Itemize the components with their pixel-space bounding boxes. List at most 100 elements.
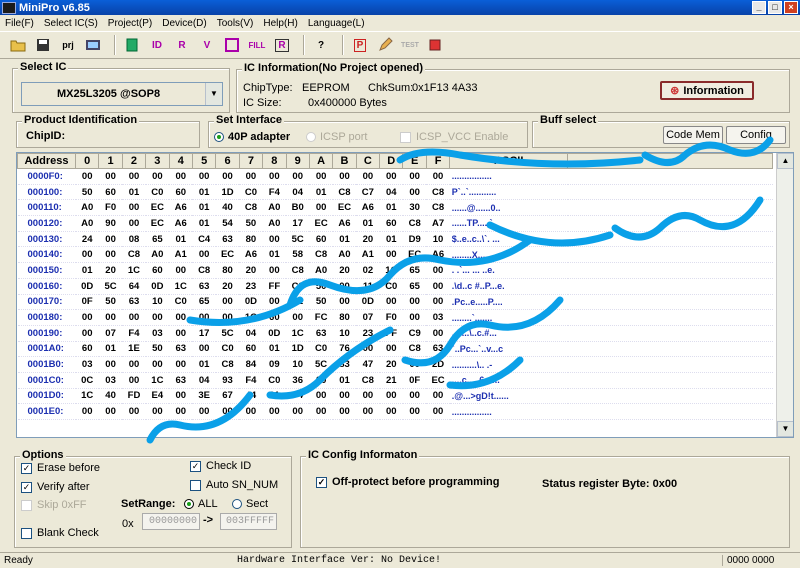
- hex-byte[interactable]: FF: [262, 278, 287, 295]
- hex-byte[interactable]: 00: [122, 372, 146, 389]
- menu-file[interactable]: File(F): [0, 18, 39, 29]
- hex-byte[interactable]: 63: [122, 294, 146, 311]
- hex-byte[interactable]: 20: [98, 262, 123, 279]
- hex-byte[interactable]: 00: [426, 278, 450, 295]
- hex-byte[interactable]: 07: [356, 309, 380, 326]
- hex-byte[interactable]: 00: [98, 356, 123, 373]
- hex-byte[interactable]: 00: [309, 199, 333, 217]
- auto-sn-checkbox[interactable]: Auto SN_NUM: [190, 479, 278, 491]
- hex-byte[interactable]: C4: [192, 231, 216, 248]
- hex-byte[interactable]: 00: [169, 388, 193, 405]
- hex-row[interactable]: 000150: 01 20 1C 60 00 C8 80 20 00 C8 A0 20 02 1C 65 00.…: [17, 262, 773, 279]
- hex-byte[interactable]: A7: [426, 215, 450, 232]
- hex-byte[interactable]: 00: [379, 246, 403, 264]
- hex-byte[interactable]: A6: [169, 215, 193, 232]
- hex-byte[interactable]: C0: [309, 341, 333, 358]
- hex-byte[interactable]: 01: [356, 215, 380, 232]
- hex-byte[interactable]: 30: [402, 199, 427, 217]
- hex-byte[interactable]: 0D: [262, 325, 287, 342]
- hex-byte[interactable]: 60: [98, 184, 123, 201]
- hex-byte[interactable]: 01: [98, 341, 123, 358]
- hex-byte[interactable]: A6: [426, 246, 450, 264]
- hex-byte[interactable]: 20: [356, 231, 380, 248]
- hex-byte[interactable]: 03: [426, 309, 450, 326]
- scroll-down-icon[interactable]: ▼: [777, 421, 793, 437]
- hex-byte[interactable]: 00: [239, 168, 263, 185]
- hex-byte[interactable]: 01: [286, 294, 310, 311]
- register-icon[interactable]: R: [272, 35, 292, 55]
- hex-byte[interactable]: B0: [286, 199, 310, 217]
- hex-byte[interactable]: C0: [145, 184, 170, 201]
- hex-byte[interactable]: C8: [402, 341, 427, 358]
- hex-byte[interactable]: 36: [286, 372, 310, 389]
- hex-byte[interactable]: 63: [169, 341, 193, 358]
- hex-byte[interactable]: EC: [332, 199, 357, 217]
- hex-byte[interactable]: C0: [215, 341, 240, 358]
- hex-byte[interactable]: 10: [145, 294, 170, 311]
- hex-byte[interactable]: 00: [402, 388, 427, 405]
- hex-byte[interactable]: 65: [145, 231, 170, 248]
- hex-byte[interactable]: 00: [192, 168, 216, 185]
- hex-byte[interactable]: 00: [122, 356, 146, 373]
- radio-40p-adapter[interactable]: 40P adapter: [214, 131, 290, 143]
- hex-byte[interactable]: 00: [192, 341, 216, 358]
- hex-byte[interactable]: 00: [262, 403, 287, 420]
- hex-byte[interactable]: 65: [402, 278, 427, 295]
- hex-byte[interactable]: 00: [402, 356, 427, 373]
- hex-byte[interactable]: 01: [192, 356, 216, 373]
- project-icon[interactable]: prj: [58, 35, 78, 55]
- hex-byte[interactable]: C8: [309, 246, 333, 264]
- hex-byte[interactable]: 00: [192, 246, 216, 264]
- hex-byte[interactable]: 00: [309, 168, 333, 185]
- hex-byte[interactable]: 63: [309, 325, 333, 342]
- hex-byte[interactable]: 01: [332, 372, 357, 389]
- hex-byte[interactable]: 11: [356, 278, 380, 295]
- hex-byte[interactable]: 00: [98, 309, 123, 326]
- hex-byte[interactable]: 00: [309, 403, 333, 420]
- menu-device[interactable]: Device(D): [157, 18, 211, 29]
- hex-row[interactable]: 0000F0: 00 00 00 00 00 00 00 00 00 00 00 00 00 00 00 00.…: [17, 168, 773, 185]
- hex-row[interactable]: 0001A0: 60 01 1E 50 63 00 C0 60 01 1D C0 76 00 00 C8 63 `…: [17, 341, 773, 358]
- hex-byte[interactable]: 0D: [145, 278, 170, 295]
- hex-byte[interactable]: C8: [122, 246, 146, 264]
- menu-select-ic[interactable]: Select IC(S): [39, 18, 103, 29]
- hex-byte[interactable]: EC: [145, 215, 170, 232]
- hex-byte[interactable]: 00: [122, 309, 146, 326]
- hex-row[interactable]: 000190: 00 07 F4 03 00 17 5C 04 0D 1C 63 10 23 FF C9 00.…: [17, 325, 773, 342]
- hex-byte[interactable]: EC: [426, 372, 450, 389]
- hex-byte[interactable]: 00: [145, 356, 170, 373]
- hex-byte[interactable]: C0: [262, 372, 287, 389]
- hex-byte[interactable]: 10: [426, 231, 450, 248]
- hex-byte[interactable]: 50: [145, 341, 170, 358]
- hex-byte[interactable]: 01: [262, 246, 287, 264]
- hex-byte[interactable]: F4: [239, 372, 263, 389]
- hex-byte[interactable]: 00: [192, 403, 216, 420]
- edit-icon[interactable]: [375, 35, 395, 55]
- hex-byte[interactable]: 00: [286, 309, 310, 326]
- hex-byte[interactable]: 80: [215, 262, 240, 279]
- hex-byte[interactable]: 1C: [145, 372, 170, 389]
- hex-byte[interactable]: 60: [75, 341, 99, 358]
- hex-byte[interactable]: 20: [215, 278, 240, 295]
- hex-byte[interactable]: C0: [239, 184, 263, 201]
- hex-byte[interactable]: 00: [286, 403, 310, 420]
- hex-byte[interactable]: 63: [192, 278, 216, 295]
- hex-byte[interactable]: 00: [402, 403, 427, 420]
- hex-byte[interactable]: 00: [379, 341, 403, 358]
- hex-byte[interactable]: 63: [426, 341, 450, 358]
- hex-byte[interactable]: 60: [239, 341, 263, 358]
- hex-row[interactable]: 0001D0: 1C 40 FD E4 00 3E 67 44 21 74 00 00 00 00 00 00.…: [17, 388, 773, 405]
- hex-byte[interactable]: C8: [286, 262, 310, 279]
- blank-check-checkbox[interactable]: Blank Check: [21, 527, 99, 539]
- hex-byte[interactable]: 84: [239, 356, 263, 373]
- hex-byte[interactable]: 20: [239, 262, 263, 279]
- hex-byte[interactable]: C0: [169, 294, 193, 311]
- hex-byte[interactable]: 60: [379, 215, 403, 232]
- hex-byte[interactable]: 00: [332, 168, 357, 185]
- hex-byte[interactable]: 00: [426, 262, 450, 279]
- hex-byte[interactable]: C8: [215, 356, 240, 373]
- hex-byte[interactable]: 00: [356, 341, 380, 358]
- hex-row[interactable]: 000170: 0F 50 63 10 C0 65 00 0D 00 01 50 00 0D 00 00 00.…: [17, 294, 773, 311]
- save-icon[interactable]: [33, 35, 53, 55]
- hex-byte[interactable]: 09: [262, 356, 287, 373]
